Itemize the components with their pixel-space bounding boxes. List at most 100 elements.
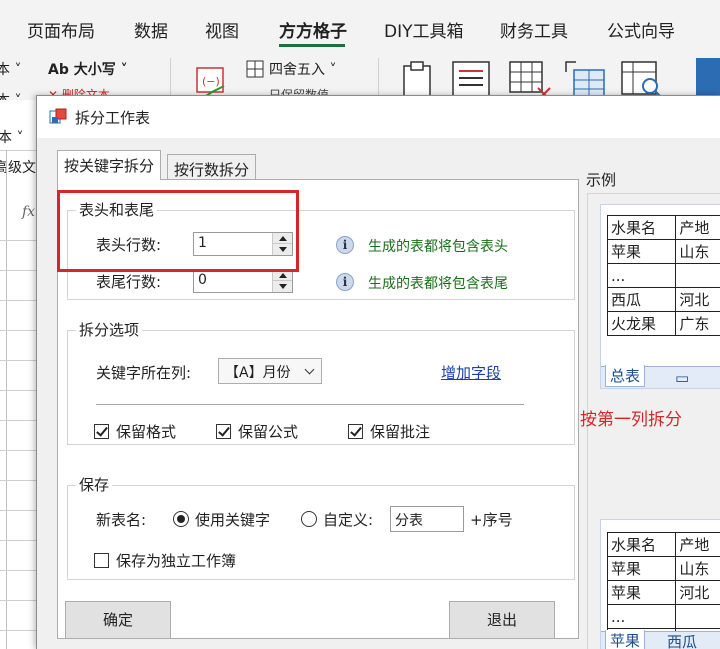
keep-formula-label[interactable]: 保留公式 xyxy=(238,421,298,442)
grid-line xyxy=(0,330,40,331)
table-cell: 西瓜 xyxy=(606,287,677,312)
formula-bar-fx[interactable]: fx xyxy=(22,204,35,220)
svg-text:(−): (−) xyxy=(202,75,220,88)
use-keyword-label[interactable]: 使用关键字 xyxy=(195,509,270,530)
grid-line xyxy=(0,270,40,271)
table-cell xyxy=(675,263,720,288)
app-icon xyxy=(49,108,67,124)
example-sheet-tabs: 总表 ▭ xyxy=(601,365,720,388)
example-sheet-tab: 总表 xyxy=(605,365,646,387)
footer-rows-value[interactable]: 0 xyxy=(198,272,207,288)
example-sheet-tabs: 苹果 西瓜 xyxy=(601,630,720,649)
table-row: 火龙果 广东 xyxy=(606,311,720,336)
info-icon: i xyxy=(336,273,354,291)
table-move-icon[interactable] xyxy=(562,58,608,100)
custom-name-input[interactable]: 分表 xyxy=(390,506,464,532)
save-independent-label[interactable]: 保存为独立工作簿 xyxy=(116,550,236,571)
table-row: 水果名 产地 xyxy=(606,215,720,240)
custom-name-radio[interactable] xyxy=(301,511,317,527)
add-field-link[interactable]: 增加字段 xyxy=(441,362,501,383)
grid-line xyxy=(6,150,7,649)
table-cell: 苹果 xyxy=(606,580,677,605)
spinner-buttons xyxy=(272,270,292,292)
divider xyxy=(96,404,524,405)
dialog-titlebar[interactable]: 拆分工作表 xyxy=(37,96,720,138)
table-row: ... xyxy=(606,604,720,629)
group-legend-save: 保存 xyxy=(76,474,113,495)
ribbon-separator xyxy=(378,58,379,98)
table-row: 苹果河北 xyxy=(606,580,720,605)
highlight-annotation-box xyxy=(57,190,299,272)
ribbon-tab-data[interactable]: 数据 xyxy=(134,17,168,42)
ribbon-frag-3: 本 ˅ xyxy=(0,130,24,146)
example-sheet-tab: 苹果 xyxy=(605,630,646,649)
spin-down-icon[interactable] xyxy=(273,281,292,292)
table-cell: 苹果 xyxy=(606,239,677,264)
table-cell: ... xyxy=(606,263,677,288)
table-row: 苹果 山东 xyxy=(606,239,720,264)
active-tab-indicator xyxy=(279,44,345,47)
chevron-down-icon xyxy=(304,364,315,375)
header-info-text: 生成的表都将包含表头 xyxy=(368,239,508,255)
ribbon-frag-1[interactable]: 本 ˅ xyxy=(0,59,21,79)
example-result-sheet: 水果名产地 苹果山东 苹果河北 ... 苹果河北 苹果 西瓜 xyxy=(600,519,720,649)
new-sheet-icon: ▭ xyxy=(675,369,690,387)
table-cell: 山东 xyxy=(675,556,720,581)
table-cell xyxy=(675,604,720,629)
ribbon-tab-view[interactable]: 视图 xyxy=(205,17,239,42)
footer-rows-label: 表尾行数: xyxy=(96,273,162,291)
ok-button[interactable]: 确定 xyxy=(65,601,171,639)
grid-line xyxy=(0,540,40,541)
table-row: 西瓜 河北 xyxy=(606,287,720,312)
keep-formula-checkbox[interactable] xyxy=(216,424,231,439)
table-cell: 产地 xyxy=(675,532,720,557)
ribbon-tab-formula-wizard[interactable]: 公式向导 xyxy=(607,17,675,42)
key-column-select[interactable]: 【A】月份 xyxy=(218,358,322,384)
custom-name-value[interactable]: 分表 xyxy=(395,513,423,529)
ribbon-edge-icon[interactable] xyxy=(696,58,720,98)
example-caption: 按第一列拆分 xyxy=(580,410,682,430)
table-row: 水果名 产地 xyxy=(606,532,720,557)
save-independent-checkbox[interactable] xyxy=(94,553,109,568)
keep-comment-checkbox[interactable] xyxy=(348,424,363,439)
grid-line xyxy=(0,390,40,391)
table-search-icon[interactable] xyxy=(620,60,666,100)
text-lines-icon[interactable] xyxy=(451,60,493,100)
table-row: 苹果 山东 xyxy=(606,556,720,581)
ribbon-tab-diy[interactable]: DIY工具箱 xyxy=(384,17,464,42)
new-name-label: 新表名: xyxy=(96,511,147,529)
tab-split-by-rows[interactable]: 按行数拆分 xyxy=(167,154,257,180)
group-legend-split-options: 拆分选项 xyxy=(76,319,143,340)
keep-format-label[interactable]: 保留格式 xyxy=(116,421,176,442)
table-cell: 广东 xyxy=(675,311,720,336)
use-keyword-radio[interactable] xyxy=(173,511,189,527)
footer-info-text: 生成的表都将包含表尾 xyxy=(368,276,508,292)
table-cell: 水果名 xyxy=(606,215,677,240)
table-cell: 山东 xyxy=(675,239,720,264)
ribbon-tab-page-layout[interactable]: 页面布局 xyxy=(27,17,95,42)
keep-format-checkbox[interactable] xyxy=(94,424,109,439)
save-group: 保存 新表名: 使用关键字 自定义: 分表 +序号 保存为独立工作簿 xyxy=(67,474,575,580)
formula-to-value-icon[interactable]: (−) xyxy=(196,62,230,98)
ribbon-separator xyxy=(170,58,171,98)
ribbon-tab-fangfang[interactable]: 方方格子 xyxy=(279,17,347,42)
table-cell: ... xyxy=(606,604,677,629)
exit-button[interactable]: 退出 xyxy=(449,601,555,639)
table-delete-icon[interactable] xyxy=(508,60,552,100)
clipboard-icon[interactable] xyxy=(398,60,438,100)
grid-line xyxy=(0,360,40,361)
example-label: 示例 xyxy=(586,171,617,189)
grid-line xyxy=(0,570,40,571)
tab-split-by-keyword[interactable]: 按关键字拆分 xyxy=(57,150,162,180)
ribbon-tab-finance[interactable]: 财务工具 xyxy=(500,17,568,42)
round-button[interactable]: 四舍五入 ˅ xyxy=(269,59,336,79)
round-icon xyxy=(246,60,264,78)
table-cell: 产地 xyxy=(675,215,720,240)
table-cell: 河北 xyxy=(675,287,720,312)
footer-rows-spinner[interactable]: 0 xyxy=(193,269,293,293)
table-row: ... xyxy=(606,263,720,288)
case-button[interactable]: Ab 大小写 ˅ xyxy=(48,59,128,79)
table-cell: 苹果 xyxy=(606,556,677,581)
custom-name-label[interactable]: 自定义: xyxy=(323,509,373,530)
keep-comment-label[interactable]: 保留批注 xyxy=(370,421,430,442)
